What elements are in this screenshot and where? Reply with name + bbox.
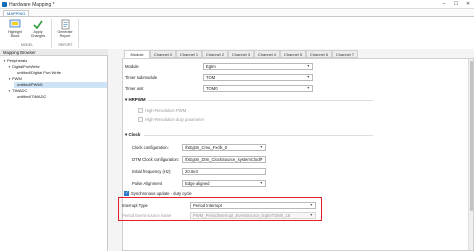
initial-frequency-input[interactable]: 20.0e3: [182, 168, 266, 175]
chevron-down-icon: ▼: [309, 203, 313, 207]
chevron-down-icon: ▼: [309, 213, 313, 217]
group-label-report: REPORT: [58, 43, 73, 47]
dtm-clock-dropdown[interactable]: IfxEgtm_Dtm_ClockSource_systemClock ▼: [182, 156, 266, 163]
tab-channel-6[interactable]: Channel 6: [306, 50, 332, 58]
tab-channel-5[interactable]: Channel 5: [280, 50, 306, 58]
report-icon: [61, 19, 70, 30]
tab-channel-4[interactable]: Channel 4: [254, 50, 280, 58]
chevron-down-icon: ▼: [306, 75, 310, 79]
group-label-model: MODEL: [20, 43, 34, 47]
tree-item-digital-port-write-block[interactable]: untitled/Digital Port Write: [17, 70, 61, 76]
initial-frequency-label: Initial frequency (Hz):: [132, 169, 172, 174]
pulse-alignment-dropdown[interactable]: Edge aligned ▼: [182, 180, 266, 187]
tab-channel-3[interactable]: Channel 3: [228, 50, 254, 58]
generate-report-button[interactable]: Generate Report: [53, 19, 77, 42]
close-icon[interactable]: ✕: [462, 0, 474, 9]
ribbon: MAPPING Highlight Block Apply Changes Ge…: [0, 9, 474, 49]
tree-item-pwm1-block[interactable]: untitled/PWM1: [14, 82, 107, 88]
module-label: Module: [125, 64, 139, 69]
chevron-down-icon: ▼: [306, 64, 310, 68]
maximize-icon[interactable]: ☐: [450, 0, 462, 9]
hrpwm-checkbox[interactable]: [138, 108, 143, 113]
apply-icon: [33, 20, 43, 30]
hr-duty-checkbox[interactable]: [138, 117, 143, 122]
hrpwm-section-header[interactable]: ▾ HRPWM: [125, 97, 146, 103]
period-event-dropdown[interactable]: PWM_PeriodInterrupt_EventSource_EgtmTOM0…: [190, 212, 316, 219]
title-bar: Hardware Mapping * – ☐ ✕: [0, 0, 474, 9]
timer-unit-dropdown[interactable]: TOM0 ▼: [203, 85, 313, 92]
hr-duty-label: High-Resolution duty parameter: [145, 117, 205, 122]
chevron-down-icon: ▼: [259, 181, 263, 185]
synchronous-update-label: Synchronous update - duty cycle: [131, 191, 192, 196]
highlight-icon: [9, 19, 21, 28]
tab-channel-2[interactable]: Channel 2: [202, 50, 228, 58]
synchronous-update-checkbox[interactable]: [124, 190, 129, 196]
interrupt-type-dropdown[interactable]: Period Interrupt ▼: [190, 202, 316, 209]
dtm-clock-label: DTM Clock configuration:: [132, 157, 180, 162]
chevron-down-icon: ▼: [306, 86, 310, 90]
chevron-down-icon: ▼: [259, 145, 263, 149]
period-event-label: Period Event source name: [122, 213, 172, 218]
section-divider: [144, 135, 373, 136]
hrpwm-label: High-Resolution PWM: [145, 108, 187, 113]
timer-submodule-dropdown[interactable]: TOM ▼: [203, 74, 313, 81]
chevron-down-icon[interactable]: ▾: [125, 132, 127, 137]
timer-unit-label: Timer unit: [125, 86, 144, 91]
mapping-browser: Mapping Browser ▾ Peripherals ▾ DigitalPor…: [0, 49, 108, 251]
window-title: Hardware Mapping *: [9, 1, 55, 8]
app-icon: [2, 2, 7, 7]
vertical-scrollbar[interactable]: [468, 59, 473, 250]
ribbon-separator: [51, 19, 52, 48]
clock-section-header[interactable]: ▾ Clock: [125, 132, 140, 138]
module-dropdown[interactable]: Egtm ▼: [203, 63, 313, 70]
ribbon-band: Highlight Block Apply Changes Generate R…: [0, 16, 474, 49]
tab-module[interactable]: Module: [124, 50, 150, 58]
apply-changes-button[interactable]: Apply Changes: [26, 19, 50, 42]
timer-submodule-label: Timer submodule: [125, 75, 158, 80]
ribbon-separator: [78, 19, 79, 48]
highlight-block-button[interactable]: Highlight Block: [3, 19, 27, 42]
chevron-down-icon[interactable]: ▾: [125, 97, 127, 102]
scrollbar-thumb[interactable]: [470, 61, 473, 211]
clock-configuration-dropdown[interactable]: IfxEgtm_Cmu_Fxclk_0 ▼: [182, 144, 266, 151]
pulse-alignment-label: Pulse Alignment: [132, 181, 163, 186]
chevron-down-icon: ▼: [259, 157, 263, 161]
mapping-browser-header: Mapping Browser: [0, 49, 108, 56]
clock-configuration-label: Clock configuration:: [132, 145, 169, 150]
tab-channel-7[interactable]: Channel 7: [332, 50, 358, 58]
minimize-icon[interactable]: –: [438, 0, 450, 9]
tree-item-timadc-block[interactable]: untitled/TIMADC: [17, 94, 46, 100]
interrupt-type-label: Interrupt Type: [122, 203, 148, 208]
tab-channel-1[interactable]: Channel 1: [176, 50, 202, 58]
tab-channel-0[interactable]: Channel 0: [150, 50, 176, 58]
section-divider: [148, 100, 373, 101]
